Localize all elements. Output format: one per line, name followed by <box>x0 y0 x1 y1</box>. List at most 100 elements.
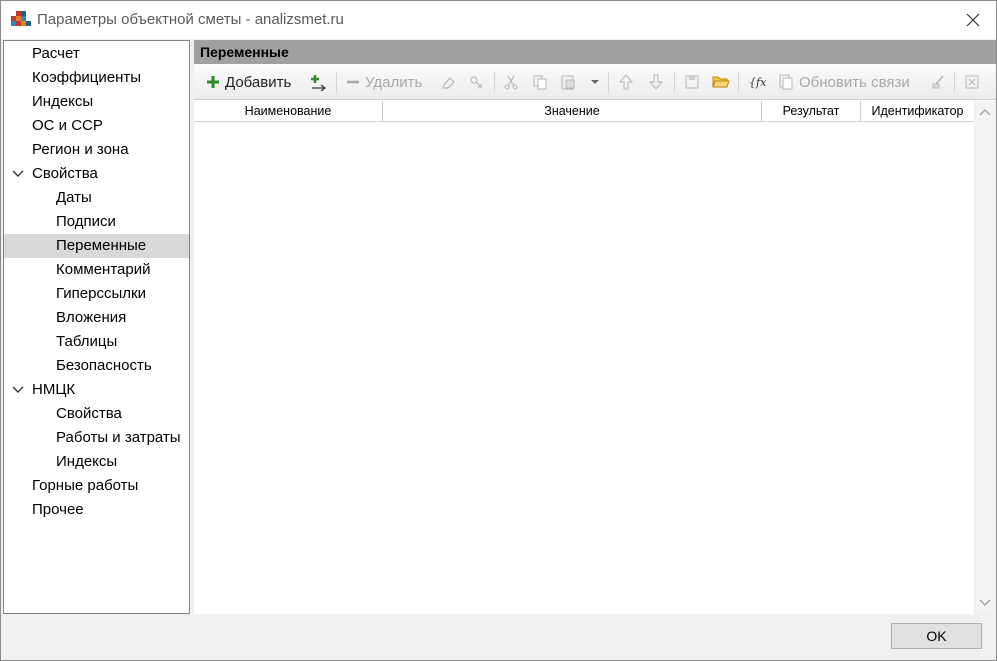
tree-item-label: Таблицы <box>56 333 118 350</box>
tree-item-signatures[interactable]: Подписи <box>4 210 189 234</box>
tree-item-label: Индексы <box>32 93 94 110</box>
tree-item-security[interactable]: Безопасность <box>4 354 189 378</box>
clear-all-button[interactable] <box>468 70 484 94</box>
tree-item-attachments[interactable]: Вложения <box>4 306 189 330</box>
clear-formula-button[interactable] <box>930 70 946 94</box>
tree-item-variables[interactable]: Переменные <box>4 234 189 258</box>
cut-button[interactable] <box>503 70 519 94</box>
chevron-down-icon[interactable] <box>12 168 24 180</box>
function-icon: {fx} <box>749 76 766 89</box>
add-child-icon <box>311 75 326 91</box>
excel-icon <box>965 75 979 89</box>
save-button[interactable] <box>684 70 700 94</box>
add-button[interactable]: Добавить <box>206 70 291 94</box>
formula-button[interactable]: {fx} <box>748 70 766 94</box>
arrow-down-icon <box>649 74 663 90</box>
tree-item-label: Свойства <box>32 165 98 182</box>
tree-item-label: Горные работы <box>32 477 139 494</box>
tree-item-label: Прочее <box>32 501 84 518</box>
close-icon <box>966 13 980 27</box>
tree-item-indexes[interactable]: Индексы <box>4 90 189 114</box>
column-header-value[interactable]: Значение <box>383 101 762 122</box>
brush-icon <box>932 75 944 89</box>
toolbar-separator <box>954 72 955 92</box>
close-button[interactable] <box>950 1 996 39</box>
floppy-disk-icon <box>685 75 699 89</box>
tree-item-properties[interactable]: Свойства <box>4 162 189 186</box>
tree-item-label: Подписи <box>56 213 116 230</box>
copy-button[interactable] <box>532 70 548 94</box>
tree-item-label: НМЦК <box>32 381 76 398</box>
dialog-window: Параметры объектной сметы - analizsmet.r… <box>0 0 997 661</box>
excel-export-button[interactable] <box>964 70 980 94</box>
paste-dropdown[interactable] <box>590 70 600 94</box>
move-up-button[interactable] <box>619 70 633 94</box>
tree-item-label: Свойства <box>56 405 122 422</box>
refresh-links-button[interactable]: Обновить связи <box>778 70 910 94</box>
tree-item-label: Даты <box>56 189 92 206</box>
ok-button[interactable]: OK <box>891 623 982 649</box>
tree-item-comment[interactable]: Комментарий <box>4 258 189 282</box>
settings-tree: Расчет Коэффициенты Индексы ОС и ССР Рег… <box>3 40 190 614</box>
toolbar-separator <box>336 72 337 92</box>
move-down-button[interactable] <box>649 70 663 94</box>
refresh-links-icon <box>779 74 793 90</box>
tree-item-tables[interactable]: Таблицы <box>4 330 189 354</box>
tree-item-label: ОС и ССР <box>32 117 103 134</box>
variables-panel: Переменные Добавить Удалить {fx Обновить… <box>194 40 996 614</box>
grid-app-icon <box>11 10 31 28</box>
toolbar-separator <box>738 72 739 92</box>
tree-item-label: Безопасность <box>56 357 152 374</box>
tree-item-region-zone[interactable]: Регион и зона <box>4 138 189 162</box>
refresh-links-label: Обновить связи <box>799 73 910 91</box>
chevron-down-icon[interactable] <box>12 384 24 396</box>
add-button-label: Добавить <box>225 73 292 91</box>
tree-item-label: Комментарий <box>56 261 151 278</box>
toolbar: Добавить Удалить {fx Обновить связи <box>194 64 996 100</box>
caret-down-icon <box>591 80 599 84</box>
tree-item-label: Гиперссылки <box>56 285 146 302</box>
tree-item-works-costs[interactable]: Работы и затраты <box>4 426 189 450</box>
window-title: Параметры объектной сметы - analizsmet.r… <box>37 11 344 28</box>
add-child-button[interactable] <box>309 70 327 94</box>
tree-item-nmck[interactable]: НМЦК <box>4 378 189 402</box>
eraser-icon <box>442 77 455 89</box>
svg-text:{fx}: {fx} <box>749 76 766 89</box>
tree-item-label: Регион и зона <box>32 141 129 158</box>
minus-icon <box>347 80 359 84</box>
arrow-up-icon <box>619 74 633 90</box>
grid-header: Наименование Значение Результат Идентифи… <box>194 101 974 122</box>
tree-item-mining[interactable]: Горные работы <box>4 474 189 498</box>
toolbar-separator <box>494 72 495 92</box>
tree-item-coefficients[interactable]: Коэффициенты <box>4 66 189 90</box>
tree-item-nmck-properties[interactable]: Свойства <box>4 402 189 426</box>
tree-item-hyperlinks[interactable]: Гиперссылки <box>4 282 189 306</box>
scissors-icon <box>504 75 518 90</box>
plus-icon <box>207 76 219 88</box>
tree-item-label: Работы и затраты <box>56 429 181 446</box>
delete-button[interactable]: Удалить <box>346 70 422 94</box>
tree-item-nmck-indexes[interactable]: Индексы <box>4 450 189 474</box>
tree-item-os-ssr[interactable]: ОС и ССР <box>4 114 189 138</box>
tree-item-dates[interactable]: Даты <box>4 186 189 210</box>
variables-grid[interactable] <box>194 122 974 614</box>
clear-button[interactable] <box>440 70 456 94</box>
folder-open-icon <box>712 76 730 88</box>
column-header-result[interactable]: Результат <box>762 101 861 122</box>
column-header-identifier[interactable]: Идентификатор <box>861 101 974 122</box>
open-button[interactable] <box>712 70 730 94</box>
vertical-scrollbar[interactable] <box>974 101 996 614</box>
scroll-up-icon[interactable] <box>979 107 991 117</box>
tree-item-label: Вложения <box>56 309 127 326</box>
scroll-down-icon[interactable] <box>979 598 991 608</box>
tree-item-calc[interactable]: Расчет <box>4 42 189 66</box>
column-header-name[interactable]: Наименование <box>194 101 383 122</box>
copy-icon <box>533 75 547 90</box>
tree-item-label: Расчет <box>32 45 80 62</box>
tree-item-label: Индексы <box>56 453 118 470</box>
paste-button[interactable] <box>560 70 578 94</box>
tree-item-other[interactable]: Прочее <box>4 498 189 522</box>
paste-icon <box>561 75 575 90</box>
delete-button-label: Удалить <box>365 73 423 91</box>
panel-title: Переменные <box>194 40 996 64</box>
